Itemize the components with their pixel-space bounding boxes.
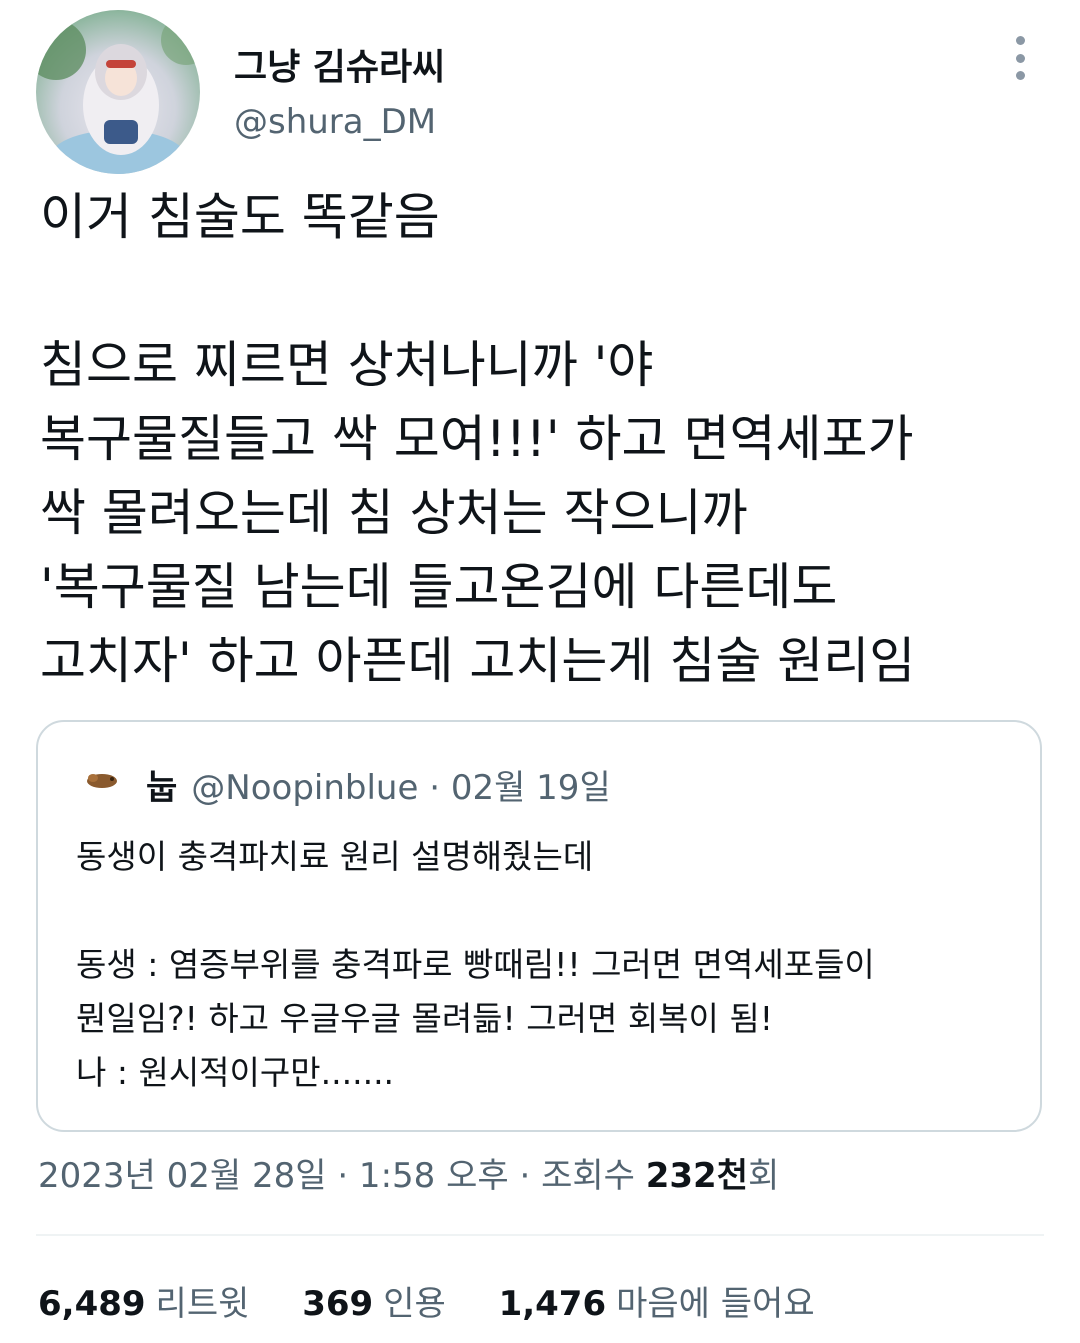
more-vertical-icon — [1015, 36, 1025, 45]
avatar-illustration — [36, 15, 200, 174]
quote-text: 동생이 충격파치료 원리 설명해줬는데 동생 : 염증부위를 충격파로 빵때림!… — [76, 837, 875, 1092]
views-suffix: 회 — [748, 1156, 780, 1196]
retweets-count: 6,489 — [38, 1284, 146, 1324]
more-options-button[interactable] — [1004, 36, 1036, 80]
quote-header: 눕 @Noopinblue · 02월 19일 — [146, 760, 611, 809]
quotes-stat[interactable]: 369 인용 — [302, 1276, 446, 1325]
quote-author-avatar-icon — [87, 774, 117, 788]
more-vertical-icon-dot — [1015, 53, 1025, 63]
tweet-timestamp: 2023년 02월 28일 · 1:58 오후 · 조회수 232천회 — [38, 1148, 779, 1197]
quoted-tweet-card[interactable]: 눕 @Noopinblue · 02월 19일 동생이 충격파치료 원리 설명해줬… — [36, 720, 1042, 1132]
quotes-count: 369 — [302, 1284, 374, 1324]
quote-date: 02월 19일 — [450, 768, 611, 808]
tweet-datetime[interactable]: 2023년 02월 28일 · 1:58 오후 · 조회수 — [38, 1156, 646, 1196]
author-handle[interactable]: @shura_DM — [234, 102, 436, 142]
engagement-stats: 6,489 리트윗 369 인용 1,476 마음에 들어요 — [38, 1276, 857, 1325]
views-count: 232천 — [645, 1156, 748, 1196]
quote-author-handle[interactable]: @Noopinblue — [191, 768, 418, 808]
likes-stat[interactable]: 1,476 마음에 들어요 — [499, 1276, 815, 1325]
quote-author-name[interactable]: 눕 — [146, 768, 177, 808]
retweets-stat[interactable]: 6,489 리트윗 — [38, 1276, 249, 1325]
retweets-label: 리트윗 — [155, 1284, 250, 1324]
more-vertical-icon-dot — [1015, 71, 1025, 80]
author-display-name[interactable]: 그냥 김슈라씨 — [234, 38, 445, 90]
tweet-text: 이거 침술도 똑같음 침으로 찌르면 상처나니까 '야 복구물질들고 싹 모여!… — [40, 188, 916, 690]
quote-separator: · — [429, 768, 441, 808]
likes-count: 1,476 — [498, 1284, 607, 1324]
likes-label: 마음에 들어요 — [616, 1284, 815, 1324]
divider — [36, 1234, 1044, 1236]
author-avatar[interactable] — [36, 10, 200, 174]
quotes-label: 인용 — [383, 1284, 446, 1324]
